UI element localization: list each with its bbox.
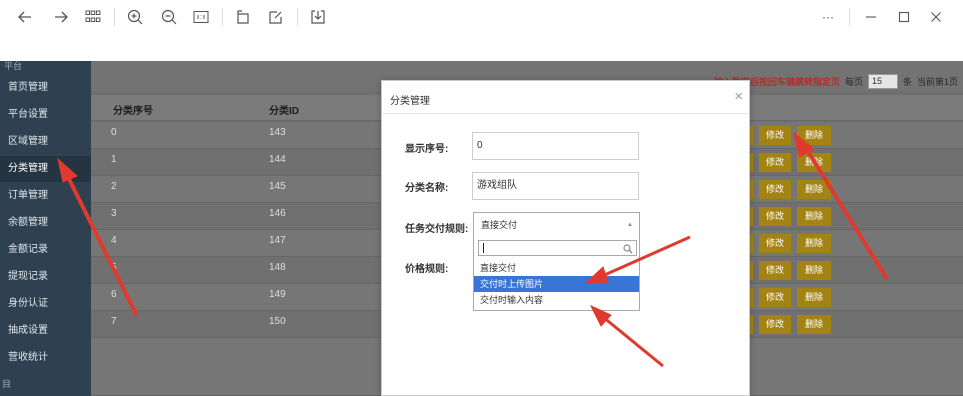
per-page-unit: 条 (902, 77, 912, 87)
cell-id: 147 (269, 235, 286, 246)
cell-order: 5 (111, 262, 117, 273)
forward-arrow-icon[interactable] (51, 7, 71, 27)
delete-button[interactable]: 删除 (797, 261, 831, 280)
order-label: 显示序号: (405, 144, 449, 155)
sidebar-item-withdrawals[interactable]: 提现记录 (0, 264, 91, 290)
per-page-label: 每页 (844, 77, 863, 87)
name-input[interactable]: 游戏组队 (472, 172, 639, 200)
edit-button[interactable]: 修改 (759, 288, 791, 307)
cell-order: 2 (111, 181, 117, 192)
cell-id: 149 (269, 289, 286, 300)
sidebar-item-region[interactable]: 区域管理 (0, 129, 91, 155)
sidebar-item-revenue[interactable]: 营收统计 (0, 345, 91, 371)
delete-button[interactable]: 删除 (797, 234, 831, 253)
edit-button[interactable]: 修改 (759, 315, 791, 334)
cell-order: 6 (111, 289, 117, 300)
dialog-title: 分类管理 (390, 96, 430, 107)
delete-button[interactable]: 删除 (797, 180, 831, 199)
maximize-icon[interactable] (894, 7, 914, 27)
download-icon[interactable] (308, 7, 328, 27)
edit-button[interactable]: 修改 (759, 261, 791, 280)
cell-order: 4 (111, 235, 117, 246)
delete-button[interactable]: 删除 (797, 207, 831, 226)
dropdown-option-direct[interactable]: 直接交付 (474, 260, 639, 276)
zoom-out-icon[interactable] (159, 7, 179, 27)
name-label: 分类名称: (405, 183, 449, 194)
actual-size-icon[interactable] (191, 7, 211, 27)
price-rule-label: 价格规则: (405, 264, 449, 275)
delivery-rule-select[interactable]: 直接交付 ▲ (473, 212, 640, 238)
sidebar-item-orders[interactable]: 订单管理 (0, 183, 91, 209)
more-options-button[interactable]: ··· (817, 7, 839, 27)
edit-button[interactable]: 修改 (759, 153, 791, 172)
sidebar-title: 平台 (4, 61, 23, 71)
delivery-rule-dropdown: 直接交付 交付时上传图片 交付时输入内容 (473, 238, 640, 311)
dialog-header: 分类管理 × (382, 81, 749, 114)
delete-button[interactable]: 删除 (797, 288, 831, 307)
close-icon[interactable]: × (734, 89, 743, 104)
zoom-in-icon[interactable] (125, 7, 145, 27)
cell-id: 144 (269, 154, 286, 165)
sidebar-item-category[interactable]: 分类管理 (0, 156, 91, 182)
order-input[interactable]: 0 (472, 132, 639, 160)
image-viewer-toolbar: ··· (0, 0, 963, 34)
dropdown-option-input-content[interactable]: 交付时输入内容 (474, 292, 639, 308)
search-icon (623, 243, 633, 257)
rotate-icon[interactable] (233, 7, 253, 27)
cell-id: 150 (269, 316, 286, 327)
column-header-order: 分类序号 (113, 106, 153, 117)
sidebar-item-platform[interactable]: 平台设置 (0, 102, 91, 128)
edit-icon[interactable] (266, 7, 286, 27)
sidebar-item-identity[interactable]: 身份认证 (0, 291, 91, 317)
cell-order: 7 (111, 316, 117, 327)
delete-button[interactable]: 删除 (797, 153, 831, 172)
sidebar: 平台 首页管理 平台设置 区域管理 分类管理 订单管理 余额管理 金额记录 提现… (0, 61, 91, 396)
sidebar-item-home[interactable]: 首页管理 (0, 75, 91, 101)
cell-order: 1 (111, 154, 117, 165)
edit-button[interactable]: 修改 (759, 126, 791, 145)
edit-button[interactable]: 修改 (759, 180, 791, 199)
sidebar-item-balance[interactable]: 余额管理 (0, 210, 91, 236)
back-arrow-icon[interactable] (15, 7, 35, 27)
cell-id: 146 (269, 208, 286, 219)
dropdown-option-upload-image[interactable]: 交付时上传图片 (474, 276, 639, 292)
delivery-rule-label: 任务交付规则: (405, 224, 469, 235)
delivery-rule-value: 直接交付 (481, 220, 518, 230)
sidebar-item-amount-records[interactable]: 金额记录 (0, 237, 91, 263)
per-page-input[interactable]: 15 (867, 74, 898, 89)
cell-order: 3 (111, 208, 117, 219)
text-cursor (483, 243, 484, 253)
cell-id: 148 (269, 262, 286, 273)
current-page-label: 当前第1页 (916, 77, 958, 87)
category-edit-dialog: 分类管理 × 显示序号: 0 分类名称: 游戏组队 任务交付规则: 直接交付 ▲… (381, 80, 750, 396)
cell-order: 0 (111, 127, 117, 138)
edit-button[interactable]: 修改 (759, 234, 791, 253)
edit-button[interactable]: 修改 (759, 207, 791, 226)
dropdown-search-input[interactable] (478, 240, 637, 256)
caret-up-icon: ▲ (627, 222, 633, 228)
sidebar-footer: 目 (2, 379, 12, 389)
close-window-icon[interactable] (926, 7, 946, 27)
screenshot-content: 平台 首页管理 平台设置 区域管理 分类管理 订单管理 余额管理 金额记录 提现… (0, 61, 963, 396)
delete-button[interactable]: 删除 (797, 126, 831, 145)
column-header-id: 分类ID (269, 106, 299, 117)
delete-button[interactable]: 删除 (797, 315, 831, 334)
thumbnail-grid-icon[interactable] (83, 7, 103, 27)
sidebar-item-commission[interactable]: 抽成设置 (0, 318, 91, 344)
cell-id: 143 (269, 127, 286, 138)
cell-id: 145 (269, 181, 286, 192)
minimize-icon[interactable] (861, 7, 881, 27)
